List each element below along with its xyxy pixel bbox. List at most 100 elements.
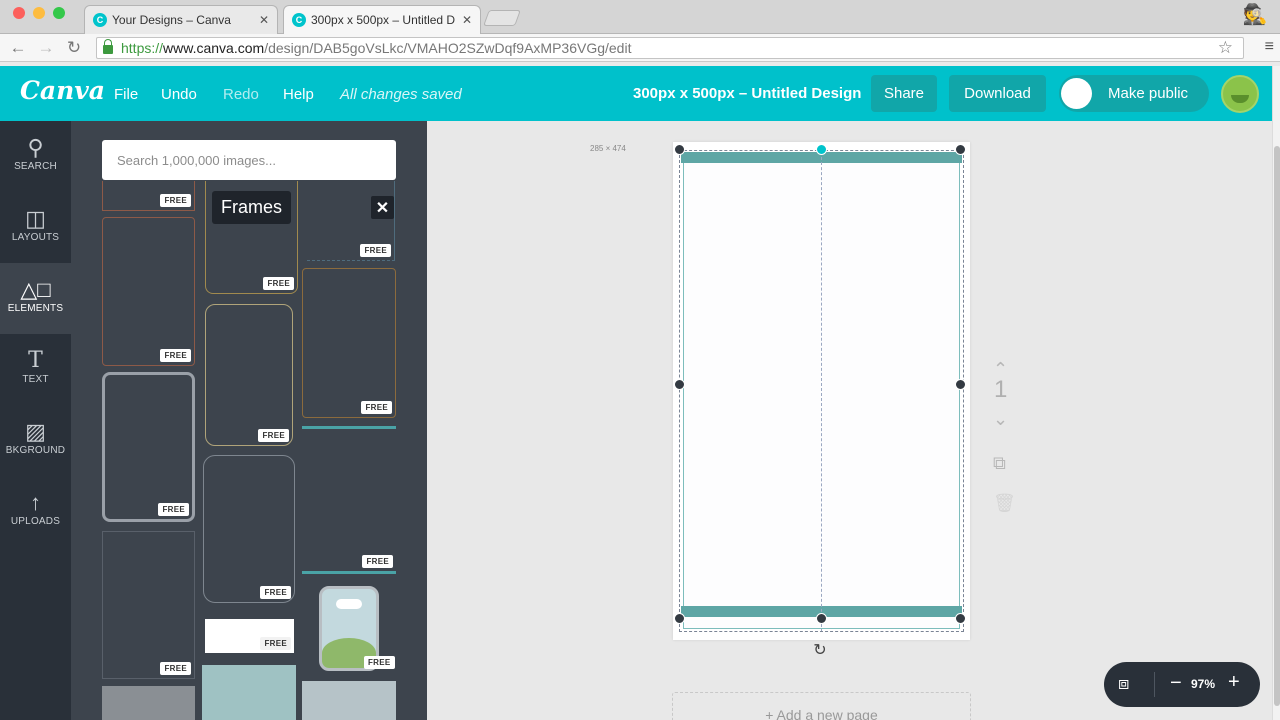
minimize-window-icon[interactable] bbox=[33, 7, 45, 19]
free-badge: FREE bbox=[160, 662, 191, 675]
free-badge: FREE bbox=[360, 244, 391, 257]
sidebar-item-label: SEARCH bbox=[14, 161, 57, 172]
layouts-icon: ◫ bbox=[25, 206, 46, 231]
url-path: /design/DAB5goVsLkc/VMAHO2SZwDqf9AxMP36V… bbox=[264, 40, 632, 56]
frame-thumbnail[interactable]: FREE bbox=[102, 217, 195, 366]
browser-tab-untitled-design[interactable]: C 300px x 500px – Untitled D ✕ bbox=[283, 5, 481, 34]
free-badge: FREE bbox=[263, 277, 294, 290]
elements-panel: Search 1,000,000 images... FREE FREE FRE… bbox=[71, 121, 427, 720]
resize-handle-bottom[interactable] bbox=[816, 613, 827, 624]
move-down-icon[interactable]: ⌄ bbox=[993, 409, 1008, 430]
rotate-icon[interactable]: ↻ bbox=[811, 640, 829, 660]
divider bbox=[1154, 672, 1155, 697]
url-host: www.canva.com bbox=[163, 40, 265, 56]
resize-handle-right[interactable] bbox=[955, 379, 966, 390]
sidebar-item-label: ELEMENTS bbox=[7, 303, 64, 314]
resize-handle-bottom-right[interactable] bbox=[955, 613, 966, 624]
undo-button[interactable]: Undo bbox=[161, 86, 197, 103]
sidebar-item-uploads[interactable]: ↑ UPLOADS bbox=[0, 476, 71, 547]
share-button[interactable]: Share bbox=[871, 75, 937, 112]
canva-toolbar: Canva File Undo Redo Help All changes sa… bbox=[0, 66, 1272, 121]
download-button[interactable]: Download bbox=[949, 75, 1046, 112]
sidebar-item-search[interactable]: ⚲ SEARCH bbox=[0, 121, 71, 192]
sidebar-item-label: UPLOADS bbox=[10, 516, 61, 527]
make-public-label: Make public bbox=[1108, 85, 1189, 102]
free-badge: FREE bbox=[158, 503, 189, 516]
redo-button[interactable]: Redo bbox=[223, 86, 259, 103]
frame-thumbnail[interactable]: FREE bbox=[205, 619, 294, 653]
free-badge: FREE bbox=[361, 401, 392, 414]
star-icon[interactable]: ☆ bbox=[1218, 38, 1233, 58]
browser-tab-your-designs[interactable]: C Your Designs – Canva ✕ bbox=[84, 5, 278, 34]
sidebar-item-text[interactable]: T TEXT bbox=[0, 334, 71, 405]
tab-title: Your Designs – Canva bbox=[112, 13, 231, 27]
hamburger-icon[interactable]: ≡ bbox=[1265, 38, 1274, 56]
free-badge: FREE bbox=[362, 555, 393, 568]
frame-thumbnail[interactable]: FREE bbox=[102, 531, 195, 679]
add-page-button[interactable]: + Add a new page bbox=[672, 692, 971, 720]
canva-logo[interactable]: Canva bbox=[20, 76, 105, 105]
delete-page-icon[interactable]: 🗑 bbox=[993, 493, 1016, 514]
avatar[interactable] bbox=[1221, 75, 1259, 113]
back-arrow-icon[interactable]: ← bbox=[8, 38, 28, 58]
shapes-icon: △□ bbox=[20, 277, 51, 302]
scrollbar-thumb[interactable] bbox=[1274, 146, 1280, 706]
new-tab-button[interactable] bbox=[483, 10, 521, 26]
dimensions-label: 285 × 474 bbox=[590, 144, 626, 153]
url-field[interactable]: https://www.canva.com/design/DAB5goVsLkc… bbox=[96, 37, 1244, 59]
toggle-knob bbox=[1061, 78, 1092, 109]
resize-handle-top-right[interactable] bbox=[955, 144, 966, 155]
sidebar-item-layouts[interactable]: ◫ LAYOUTS bbox=[0, 192, 71, 263]
zoom-in-button[interactable]: + bbox=[1228, 671, 1240, 694]
frame-thumbnail[interactable]: FREE bbox=[102, 181, 195, 211]
image-thumbnail[interactable] bbox=[302, 681, 396, 720]
zoom-control: ⧈ − 97% + bbox=[1104, 662, 1260, 707]
sidebar-item-label: LAYOUTS bbox=[11, 232, 60, 243]
forward-arrow-icon[interactable]: → bbox=[36, 38, 56, 58]
save-status: All changes saved bbox=[340, 86, 462, 103]
design-title[interactable]: 300px x 500px – Untitled Design bbox=[633, 85, 861, 102]
maximize-window-icon[interactable] bbox=[53, 7, 65, 19]
sidebar-item-background[interactable]: ▨ BKGROUND bbox=[0, 405, 71, 476]
address-bar: ← → ↻ https://www.canva.com/design/DAB5g… bbox=[0, 34, 1280, 62]
duplicate-page-icon[interactable]: ⧉ bbox=[993, 453, 1006, 474]
frames-tooltip: Frames bbox=[212, 191, 292, 224]
resize-handle-bottom-left[interactable] bbox=[674, 613, 685, 624]
selection-outline bbox=[679, 150, 964, 632]
image-thumbnail[interactable] bbox=[102, 686, 195, 720]
image-thumbnail[interactable] bbox=[202, 665, 296, 720]
resize-handle-left[interactable] bbox=[674, 379, 685, 390]
help-menu[interactable]: Help bbox=[283, 86, 314, 103]
design-page[interactable] bbox=[673, 142, 970, 640]
frame-thumbnail[interactable]: FREE bbox=[302, 268, 396, 418]
close-tab-icon[interactable]: ✕ bbox=[259, 13, 269, 27]
close-window-icon[interactable] bbox=[13, 7, 25, 19]
sidebar-item-elements[interactable]: △□ ELEMENTS bbox=[0, 263, 71, 334]
close-icon[interactable]: ✕ bbox=[371, 196, 394, 219]
file-menu[interactable]: File bbox=[114, 86, 138, 103]
frame-thumbnail[interactable]: FREE bbox=[205, 304, 293, 446]
resize-handle-top-left[interactable] bbox=[674, 144, 685, 155]
reload-icon[interactable]: ↻ bbox=[64, 38, 84, 58]
zoom-level: 97% bbox=[1191, 677, 1216, 691]
background-icon: ▨ bbox=[25, 419, 46, 444]
resize-handle-top[interactable] bbox=[816, 144, 827, 155]
tab-title: 300px x 500px – Untitled D bbox=[311, 13, 456, 27]
frame-thumbnail[interactable]: FREE bbox=[307, 181, 395, 261]
browser-tab-bar: C Your Designs – Canva ✕ C 300px x 500px… bbox=[0, 0, 1280, 34]
presentation-icon[interactable]: ⧈ bbox=[1118, 673, 1129, 694]
frame-thumbnail[interactable]: FREE bbox=[302, 426, 396, 574]
make-public-toggle[interactable]: Make public bbox=[1059, 75, 1209, 112]
frame-thumbnail[interactable]: FREE bbox=[203, 455, 295, 603]
cloud-shape bbox=[336, 599, 362, 609]
image-search-input[interactable]: Search 1,000,000 images... bbox=[102, 140, 396, 180]
frame-thumbnail[interactable]: FREE bbox=[102, 372, 195, 522]
free-badge: FREE bbox=[160, 349, 191, 362]
incognito-icon: 🕵 bbox=[1242, 4, 1268, 26]
zoom-out-button[interactable]: − bbox=[1170, 672, 1182, 695]
upload-arrow-icon: ↑ bbox=[30, 490, 41, 515]
canva-favicon-icon: C bbox=[93, 13, 107, 27]
page-scrollbar[interactable] bbox=[1272, 66, 1280, 720]
close-tab-icon[interactable]: ✕ bbox=[462, 13, 472, 27]
text-icon: T bbox=[28, 348, 43, 373]
